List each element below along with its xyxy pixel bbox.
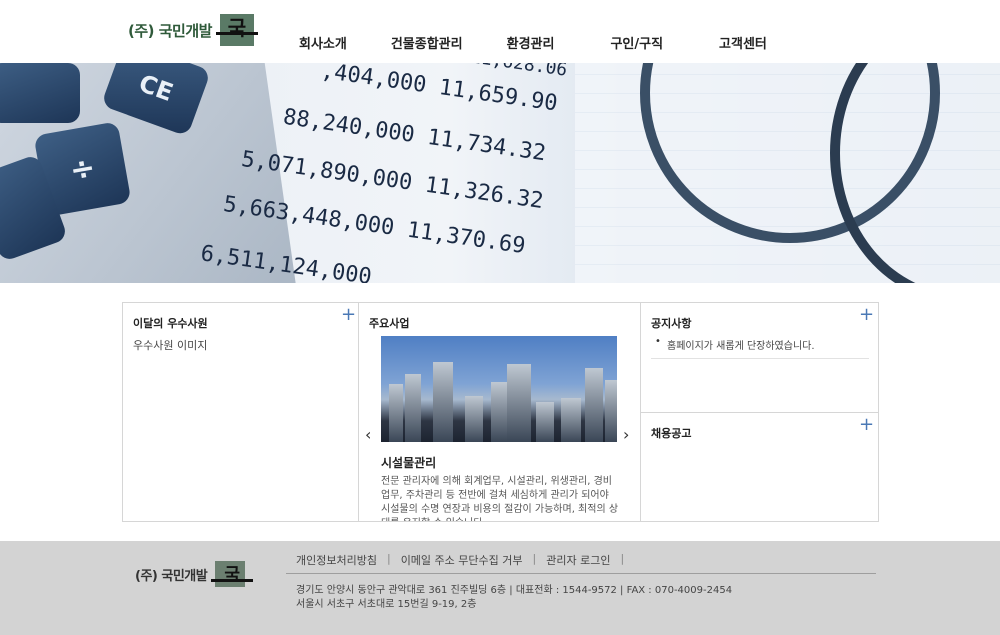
footer-logo-mark-icon: 국 (211, 561, 254, 587)
employee-more-icon[interactable]: + (341, 306, 356, 324)
footer-logo-text: (주) 국민개발 (135, 568, 208, 584)
logo-text: (주) 국민개발 (128, 21, 212, 40)
slide-description: 전문 관리자에 의해 회계업무, 시설관리, 위생관리, 경비업무, 주차관리 … (381, 476, 619, 521)
main-nav: 회사소개 건물종합관리 환경관리 구인/구직 고객센터 (270, 33, 767, 52)
address-line-1: 경기도 안양시 동안구 관악대로 361 진주빌딩 6층 | 대표전화 : 15… (296, 585, 733, 596)
footer: (주) 국민개발 국 개인정보처리방침 | 이메일 주소 무단수집 거부 | 관… (0, 541, 1000, 635)
company-logo[interactable]: (주) 국민개발 국 (128, 14, 258, 46)
nav-item-jobs[interactable]: 구인/구직 (610, 33, 663, 52)
footer-separator: | (532, 552, 537, 565)
nav-item-company[interactable]: 회사소개 (299, 33, 347, 52)
footer-separator: | (620, 552, 625, 565)
recruit-more-icon[interactable]: + (859, 416, 874, 434)
slide-prev-button[interactable]: ‹ (365, 425, 371, 444)
recruit-panel: 채용공고 + (641, 412, 878, 440)
email-refusal-link[interactable]: 이메일 주소 무단수집 거부 (401, 552, 523, 568)
address-line-2: 서울시 서초구 서초대로 15번길 9-19, 2층 (296, 599, 477, 610)
business-panel: 주요사업 ‹ › 시설물관리 전문 관리자에 의해 회계업무, 시설관리, 위생… (359, 303, 641, 521)
notice-more-icon[interactable]: + (859, 306, 874, 324)
employee-panel: 이달의 우수사원 + 우수사원 이미지 (123, 303, 359, 521)
header: (주) 국민개발 국 회사소개 건물종합관리 환경관리 구인/구직 고객센터 (0, 0, 1000, 63)
hero-banner: CE ÷ ,404,000 11,659.90 88,240,000 11,73… (0, 63, 1000, 283)
notice-panel-title: 공지사항 (651, 317, 692, 330)
footer-separator: | (386, 552, 391, 565)
admin-login-link[interactable]: 관리자 로그인 (546, 552, 610, 568)
slide-title: 시설물관리 (381, 456, 437, 470)
nav-item-building-management[interactable]: 건물종합관리 (391, 33, 463, 52)
recruit-panel-title: 채용공고 (651, 427, 692, 440)
content-panels: 이달의 우수사원 + 우수사원 이미지 주요사업 ‹ › 시설물관리 전문 관리… (122, 302, 879, 522)
footer-logo: (주) 국민개발 국 (135, 561, 254, 587)
right-panels: 공지사항 + 홈페이지가 새롭게 단장하였습니다. 채용공고 + (641, 303, 878, 521)
notice-item[interactable]: 홈페이지가 새롭게 단장하였습니다. (651, 336, 869, 352)
logo-mark-icon: 국 (215, 14, 258, 46)
business-panel-title: 주요사업 (369, 317, 410, 330)
footer-links: 개인정보처리방침 | 이메일 주소 무단수집 거부 | 관리자 로그인 | (296, 552, 634, 568)
employee-panel-title: 이달의 우수사원 (133, 317, 208, 330)
nav-item-customer-center[interactable]: 고객센터 (719, 33, 767, 52)
privacy-policy-link[interactable]: 개인정보처리방침 (296, 552, 377, 568)
footer-divider (286, 573, 876, 574)
city-skyline-image (381, 336, 617, 442)
footer-address: 경기도 안양시 동안구 관악대로 361 진주빌딩 6층 | 대표전화 : 15… (296, 584, 732, 612)
slide-next-button[interactable]: › (623, 425, 629, 444)
employee-image-placeholder: 우수사원 이미지 (133, 339, 208, 352)
notice-list: 홈페이지가 새롭게 단장하였습니다. (651, 336, 869, 359)
nav-item-environment[interactable]: 환경관리 (507, 33, 555, 52)
